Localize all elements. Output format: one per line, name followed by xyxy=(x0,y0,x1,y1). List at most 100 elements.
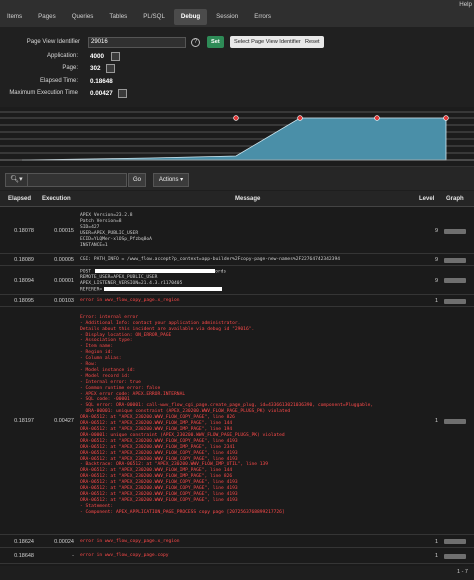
page-label: Page: xyxy=(62,65,78,71)
elapsed-cell: 0.18624 xyxy=(14,538,34,545)
debug-form: Page View Identifier 29016 ? Set Select … xyxy=(0,27,474,107)
actions-menu-button[interactable]: Actions ▾ xyxy=(153,173,189,187)
elapsed-time-label: Elapsed Time: xyxy=(39,78,78,84)
message-cell: Error: internal error - Additional Info: … xyxy=(80,315,373,516)
pagination-label: 1 - 7 xyxy=(456,569,468,575)
graph-bar xyxy=(444,228,466,234)
header-graph[interactable]: Graph xyxy=(446,196,464,202)
message-cell: error in wwv_flow_copy_page.copy xyxy=(80,553,169,559)
elapsed-cell: 0.18648 xyxy=(14,553,34,559)
header-message[interactable]: Message xyxy=(235,196,260,202)
elapsed-cell: 0.18197 xyxy=(14,418,34,424)
chart-error-point[interactable] xyxy=(443,115,449,121)
execution-cell: 0.00001 xyxy=(54,277,74,284)
message-line: REFERER= xyxy=(80,286,226,293)
page-value: 302 xyxy=(90,65,101,72)
level-cell: 1 xyxy=(434,553,438,559)
elapsed-time-graph xyxy=(0,107,474,166)
level-cell: 9 xyxy=(434,277,438,284)
level-cell: 1 xyxy=(434,538,438,545)
tab-errors[interactable]: Errors xyxy=(247,9,278,25)
tab-queries[interactable]: Queries xyxy=(65,9,101,25)
debug-tabs: Items Pages Queries Tables PL/SQL Debug … xyxy=(0,9,280,27)
table-row: 0.18648 - error in wwv_flow_copy_page.copy… xyxy=(0,548,474,564)
table-row: 0.18078 0.00015 APEX Version=23.2.8 Patch V… xyxy=(0,208,474,254)
table-row: 0.18095 0.00103 error in wwv_flow_copy_pag… xyxy=(0,295,474,307)
graph-bar xyxy=(444,418,466,424)
level-cell: 1 xyxy=(434,418,438,424)
elapsed-time-value: 0.18648 xyxy=(90,78,113,85)
elapsed-cell: 0.18095 xyxy=(14,298,34,304)
level-cell: 9 xyxy=(434,257,438,263)
tab-debug[interactable]: Debug xyxy=(173,9,208,25)
elapsed-cell: 0.18089 xyxy=(14,257,34,263)
elapsed-chart xyxy=(0,111,474,161)
message-cell: CGI: PATH_INFO = /www_flow.accept?p_cont… xyxy=(80,257,340,263)
execution-cell: 0.00024 xyxy=(54,538,74,545)
elapsed-cell: 0.18094 xyxy=(14,277,34,284)
message-line: - Component: APEX_APPLICATION_PAGE_PROCE… xyxy=(80,509,285,515)
message-cell: error in wwv_flow_copy_page.x_region xyxy=(80,298,180,304)
help-link[interactable]: Help xyxy=(459,1,472,8)
message-line: error in wwv_flow_copy_page.x_region xyxy=(80,538,180,544)
elapsed-cell: 0.18078 xyxy=(14,228,34,234)
tab-pages[interactable]: Pages xyxy=(31,9,63,25)
reset-button[interactable]: Reset xyxy=(301,36,324,48)
level-cell: 1 xyxy=(434,298,438,304)
table-row: 0.18624 0.00024 error in wwv_flow_copy_pag… xyxy=(0,535,474,548)
graph-bar xyxy=(444,278,466,283)
level-cell: 9 xyxy=(434,228,438,234)
copy-application-icon[interactable] xyxy=(111,52,120,61)
graph-bar xyxy=(444,257,466,263)
table-header: Elapsed Execution Message Level Graph xyxy=(0,191,474,207)
page-view-identifier-label: Page View Identifier xyxy=(26,39,80,45)
max-execution-time-value: 0.00427 xyxy=(90,90,113,97)
top-tab-bar: Items Pages Queries Tables PL/SQL Debug … xyxy=(0,0,474,27)
execution-cell: 0.00015 xyxy=(54,228,74,234)
message-cell: APEX Version=23.2.8 Patch Version=8 SID=42… xyxy=(80,213,152,248)
search-icon[interactable]: 🔍︎▾ xyxy=(6,174,28,186)
application-value: 4000 xyxy=(90,53,105,60)
graph-bar xyxy=(444,553,466,559)
tab-items[interactable]: Items xyxy=(0,9,29,25)
message-cell: POST ords REMOTE_USER=APEX_PUBLIC_USER APEX… xyxy=(80,268,227,294)
graph-bar xyxy=(444,539,466,544)
table-row: 0.18089 0.00005 CGI: PATH_INFO = /www_flow… xyxy=(0,254,474,266)
page-view-identifier-input[interactable]: 29016 xyxy=(88,37,186,48)
tab-tables[interactable]: Tables xyxy=(102,9,134,25)
header-execution[interactable]: Execution xyxy=(42,196,71,202)
copy-max-exec-icon[interactable] xyxy=(118,89,127,98)
search-input[interactable] xyxy=(30,175,124,185)
message-line: ECID=YLQMer-xlOSp_Pfzbq8oA xyxy=(80,236,152,242)
graph-bar xyxy=(444,298,466,304)
search-box: 🔍︎▾ xyxy=(5,173,127,187)
chart-error-point[interactable] xyxy=(233,115,239,121)
go-button[interactable]: Go xyxy=(128,173,146,187)
chart-error-point[interactable] xyxy=(297,115,303,121)
message-line: CGI: PATH_INFO = /www_flow.accept?p_cont… xyxy=(80,257,340,263)
message-line: error in wwv_flow_copy_page.copy xyxy=(80,553,169,559)
report-footer: 1 - 7 xyxy=(0,566,474,580)
max-execution-time-label: Maximum Execution Time xyxy=(9,90,78,96)
table-row: 0.18197 0.00427 Error: internal error - Add… xyxy=(0,307,474,535)
application-label: Application: xyxy=(46,53,78,59)
message-line: INSTANCE=1 xyxy=(80,242,108,248)
execution-cell: - xyxy=(72,553,74,559)
tab-session[interactable]: Session xyxy=(209,9,245,25)
copy-page-icon[interactable] xyxy=(106,64,115,73)
select-page-view-identifier-button[interactable]: Select Page View Identifier xyxy=(230,36,305,48)
message-cell: error in wwv_flow_copy_page.x_region xyxy=(80,539,180,545)
header-level[interactable]: Level xyxy=(419,196,434,202)
debug-messages-table: Elapsed Execution Message Level Graph 0.… xyxy=(0,191,474,572)
redacted-text xyxy=(104,286,223,291)
chart-error-point[interactable] xyxy=(374,115,380,121)
redacted-text xyxy=(95,268,216,273)
message-line: error in wwv_flow_copy_page.x_region xyxy=(80,298,180,304)
header-elapsed[interactable]: Elapsed xyxy=(8,196,31,202)
tab-plsql[interactable]: PL/SQL xyxy=(136,9,172,25)
help-icon[interactable]: ? xyxy=(191,38,200,47)
post-url-suffix: ords xyxy=(215,269,227,275)
execution-cell: 0.00103 xyxy=(54,298,74,304)
set-button[interactable]: Set xyxy=(207,36,224,48)
execution-cell: 0.00427 xyxy=(54,418,74,424)
